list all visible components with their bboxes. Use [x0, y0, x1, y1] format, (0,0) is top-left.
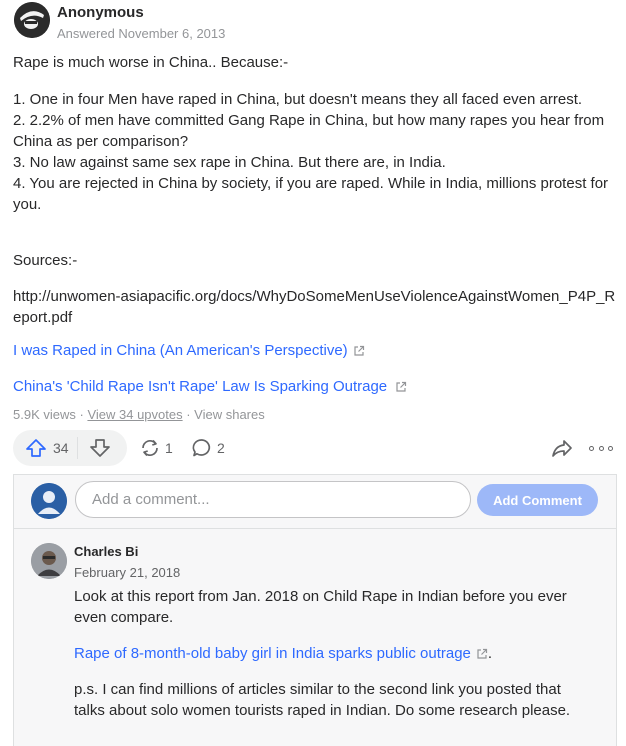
reshare-icon	[142, 439, 158, 457]
external-link-icon	[354, 345, 364, 356]
answer-date[interactable]: Answered November 6, 2013	[57, 26, 225, 41]
answer-header: Anonymous Answered November 6, 2013	[14, 2, 614, 46]
comment-link[interactable]: Rape of 8-month-old baby girl in India s…	[74, 643, 471, 664]
separator: ·	[182, 407, 195, 422]
comment-paragraph: p.s. I can find millions of articles sim…	[74, 681, 571, 719]
comment-date: February 21, 2018	[74, 565, 181, 580]
commenter-avatar[interactable]	[31, 543, 67, 579]
upvote-icon	[26, 439, 46, 457]
list-item: 2. 2.2% of men have committed Gang Rape …	[13, 112, 609, 150]
more-icon[interactable]	[589, 437, 613, 459]
comment-count: 2	[217, 440, 225, 456]
action-bar: 34 1 2	[13, 430, 617, 466]
list-item: 4. You are rejected in China by society,…	[13, 175, 613, 213]
downvote-button[interactable]	[78, 430, 111, 466]
comment-link-line: Rape of 8-month-old baby girl in India s…	[74, 643, 492, 664]
downvote-icon	[89, 439, 110, 457]
share-icon[interactable]	[551, 437, 573, 459]
external-link-icon	[396, 381, 407, 392]
sources-label: Sources:-	[13, 252, 78, 269]
comment-paragraph: Look at this report from Jan. 2018 on Ch…	[74, 588, 567, 626]
external-link-2-text[interactable]: China's 'Child Rape Isn't Rape' Law Is S…	[13, 378, 387, 395]
comment-icon	[192, 439, 211, 457]
upvote-count: 34	[53, 440, 69, 456]
list-item: 1. One in four Men have raped in China, …	[13, 91, 583, 108]
external-link-icon	[477, 648, 488, 659]
views-count: 5.9K views	[13, 407, 76, 422]
author-name[interactable]: Anonymous	[57, 4, 144, 21]
comment-input[interactable]	[75, 481, 471, 518]
comment-link-suffix: .	[487, 645, 493, 662]
comment-button[interactable]: 2	[191, 430, 225, 466]
source-url: http://unwomen-asiapacific.org/docs/WhyD…	[13, 288, 616, 326]
external-link-2[interactable]: China's 'Child Rape Isn't Rape' Law Is S…	[13, 378, 407, 395]
reshare-count: 1	[165, 440, 173, 456]
user-avatar[interactable]	[31, 483, 67, 519]
upvote-button[interactable]: 34	[13, 430, 77, 466]
separator: ·	[75, 407, 88, 422]
external-link-1-text[interactable]: I was Raped in China (An American's Pers…	[13, 342, 348, 359]
view-upvotes-link[interactable]: View 34 upvotes	[87, 407, 182, 422]
vote-pill: 34	[13, 430, 127, 466]
reshare-button[interactable]: 1	[139, 430, 173, 466]
comments-panel: Add Comment Charles Bi February 21, 2018…	[13, 474, 617, 746]
answer-meta: 5.9K views · View 34 upvotes · View shar…	[13, 407, 265, 422]
commenter-name[interactable]: Charles Bi	[74, 544, 138, 559]
author-avatar[interactable]	[14, 2, 50, 38]
view-shares-link[interactable]: View shares	[194, 407, 265, 422]
external-link-1[interactable]: I was Raped in China (An American's Pers…	[13, 342, 365, 359]
list-item: 3. No law against same sex rape in China…	[13, 154, 446, 171]
answer-intro: Rape is much worse in China.. Because:-	[13, 54, 289, 71]
answer-list: 1. One in four Men have raped in China, …	[13, 89, 617, 215]
add-comment-button[interactable]: Add Comment	[477, 484, 598, 516]
comment-input-row: Add Comment	[14, 475, 616, 529]
